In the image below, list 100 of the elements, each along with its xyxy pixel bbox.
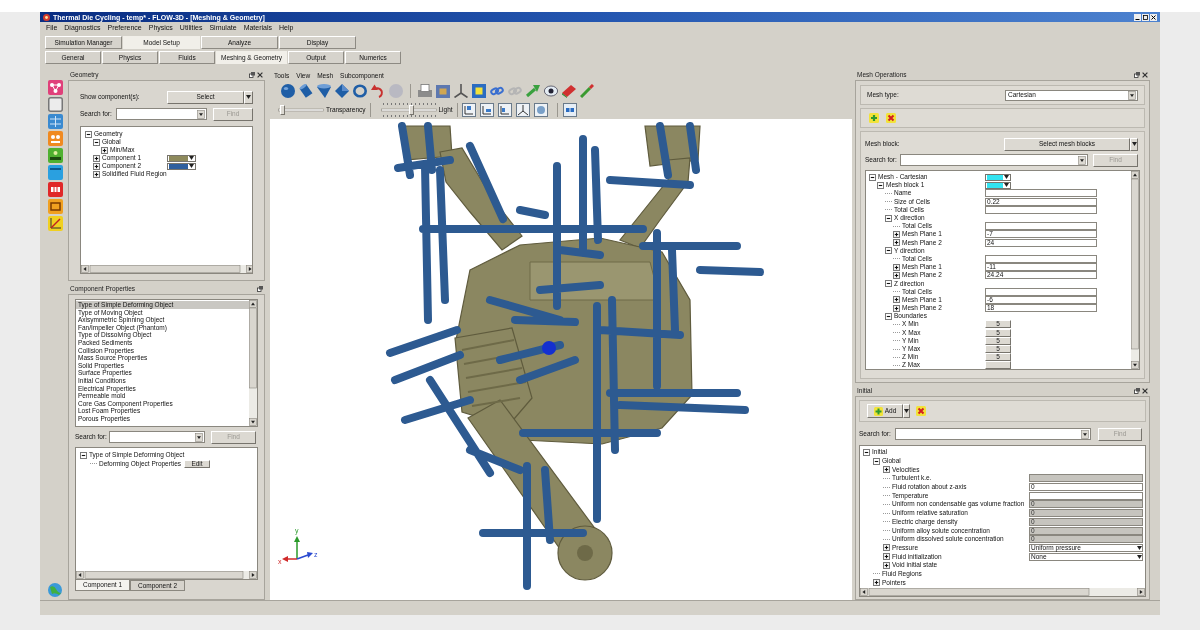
- view-icon[interactable]: [533, 102, 548, 117]
- chart-icon[interactable]: [47, 216, 63, 231]
- close-icon[interactable]: [1142, 71, 1148, 78]
- face-tile-icon[interactable]: [47, 131, 63, 146]
- view-icon[interactable]: [497, 102, 512, 117]
- expand-icon[interactable]: [93, 170, 100, 178]
- expand-icon[interactable]: [873, 579, 880, 587]
- expand-icon[interactable]: [893, 271, 900, 279]
- pencil-icon[interactable]: [580, 84, 594, 98]
- float-icon[interactable]: [249, 71, 255, 78]
- collapse-icon[interactable]: [85, 130, 92, 138]
- curved-arrow-icon[interactable]: [371, 84, 385, 98]
- box-icon[interactable]: [436, 84, 450, 98]
- collapse-icon[interactable]: [885, 214, 892, 222]
- expand-icon[interactable]: [893, 263, 900, 271]
- collapse-icon[interactable]: [93, 138, 100, 146]
- dropdown-button[interactable]: [244, 90, 253, 104]
- square-icon[interactable]: [47, 97, 63, 112]
- dropdown-arrow-icon[interactable]: [1078, 155, 1086, 165]
- search-field[interactable]: [109, 431, 205, 443]
- squares-icon[interactable]: [562, 102, 577, 117]
- expand-icon[interactable]: [893, 304, 900, 312]
- color-dropdown[interactable]: [985, 173, 1011, 181]
- slider-track[interactable]: [278, 104, 324, 115]
- expand-icon[interactable]: [883, 466, 890, 474]
- expand-icon[interactable]: [893, 230, 900, 238]
- dropdown-arrow-icon[interactable]: [1128, 90, 1136, 100]
- search-field[interactable]: [900, 154, 1088, 166]
- grid-icon[interactable]: [47, 114, 63, 129]
- add-icon: [873, 406, 883, 416]
- collapse-icon[interactable]: [885, 280, 892, 288]
- text-field[interactable]: [1029, 491, 1143, 500]
- dropdown-button[interactable]: [903, 404, 910, 418]
- dropdown-arrow-icon[interactable]: [1081, 429, 1089, 439]
- text-field[interactable]: [985, 205, 1097, 214]
- nodes-icon[interactable]: [47, 80, 63, 95]
- sphere-icon[interactable]: [281, 84, 295, 98]
- expand-icon[interactable]: [93, 154, 100, 162]
- collapse-icon[interactable]: [885, 312, 892, 320]
- expand-icon[interactable]: [883, 561, 890, 569]
- collapse-icon[interactable]: [873, 457, 880, 465]
- search-field[interactable]: [116, 108, 207, 120]
- axes-icon[interactable]: [454, 84, 468, 98]
- horizontal-scrollbar[interactable]: [76, 571, 257, 579]
- torus-icon[interactable]: [353, 84, 367, 98]
- table-icon[interactable]: [47, 182, 63, 197]
- delete-icon[interactable]: [916, 406, 926, 416]
- float-icon[interactable]: [257, 285, 263, 292]
- dropdown-arrow-icon[interactable]: [197, 109, 205, 119]
- collapse-icon[interactable]: [863, 448, 870, 456]
- close-button[interactable]: [1150, 13, 1157, 21]
- frame-icon[interactable]: [472, 84, 486, 98]
- add-icon[interactable]: [869, 113, 879, 123]
- search-field[interactable]: [895, 428, 1091, 440]
- text-field[interactable]: [985, 287, 1097, 296]
- close-icon[interactable]: [1142, 387, 1148, 394]
- expand-icon[interactable]: [893, 296, 900, 304]
- vertical-scrollbar[interactable]: [1131, 171, 1139, 369]
- minimize-button[interactable]: [1134, 13, 1141, 21]
- color-dropdown[interactable]: [167, 162, 196, 170]
- view-icon[interactable]: [515, 102, 530, 117]
- frame-icon[interactable]: [47, 199, 63, 214]
- delete-icon[interactable]: [886, 113, 896, 123]
- expand-icon[interactable]: [101, 146, 108, 154]
- color-dropdown[interactable]: [167, 154, 196, 162]
- cone-icon[interactable]: [317, 84, 331, 98]
- expand-icon[interactable]: [883, 553, 890, 561]
- text-field[interactable]: [985, 189, 1097, 198]
- slider-thumb[interactable]: [408, 104, 414, 115]
- collapse-icon[interactable]: [869, 173, 876, 181]
- chain-icon[interactable]: [490, 84, 504, 98]
- view-icon[interactable]: [479, 102, 494, 117]
- expand-icon[interactable]: [883, 544, 890, 552]
- collapse-icon[interactable]: [885, 247, 892, 255]
- window-icon[interactable]: [47, 165, 63, 180]
- maximize-button[interactable]: [1142, 13, 1149, 21]
- float-icon[interactable]: [1134, 387, 1140, 394]
- dropdown-arrow-icon[interactable]: [195, 432, 203, 442]
- dropdown-button[interactable]: [1130, 137, 1138, 151]
- slider-track[interactable]: [380, 101, 437, 118]
- color-dropdown[interactable]: [985, 181, 1011, 189]
- horizontal-scrollbar[interactable]: [81, 265, 252, 273]
- view-icon[interactable]: [461, 102, 476, 117]
- printer-icon[interactable]: [418, 84, 432, 98]
- expand-icon[interactable]: [93, 162, 100, 170]
- expand-icon[interactable]: [893, 239, 900, 247]
- meter-icon[interactable]: [47, 148, 63, 163]
- horizontal-scrollbar[interactable]: [860, 588, 1145, 596]
- slider-thumb[interactable]: [279, 104, 285, 115]
- float-icon[interactable]: [1134, 71, 1140, 78]
- small-button[interactable]: [985, 361, 1011, 369]
- diamond-icon[interactable]: [335, 84, 349, 98]
- close-icon[interactable]: [257, 71, 263, 78]
- eye-icon[interactable]: [544, 84, 558, 98]
- collapse-icon[interactable]: [80, 451, 87, 459]
- cylinder-icon[interactable]: [299, 84, 313, 98]
- text-field[interactable]: [985, 222, 1097, 231]
- collapse-icon[interactable]: [877, 181, 884, 189]
- vertical-scrollbar[interactable]: [249, 300, 257, 426]
- text-field[interactable]: [985, 254, 1097, 263]
